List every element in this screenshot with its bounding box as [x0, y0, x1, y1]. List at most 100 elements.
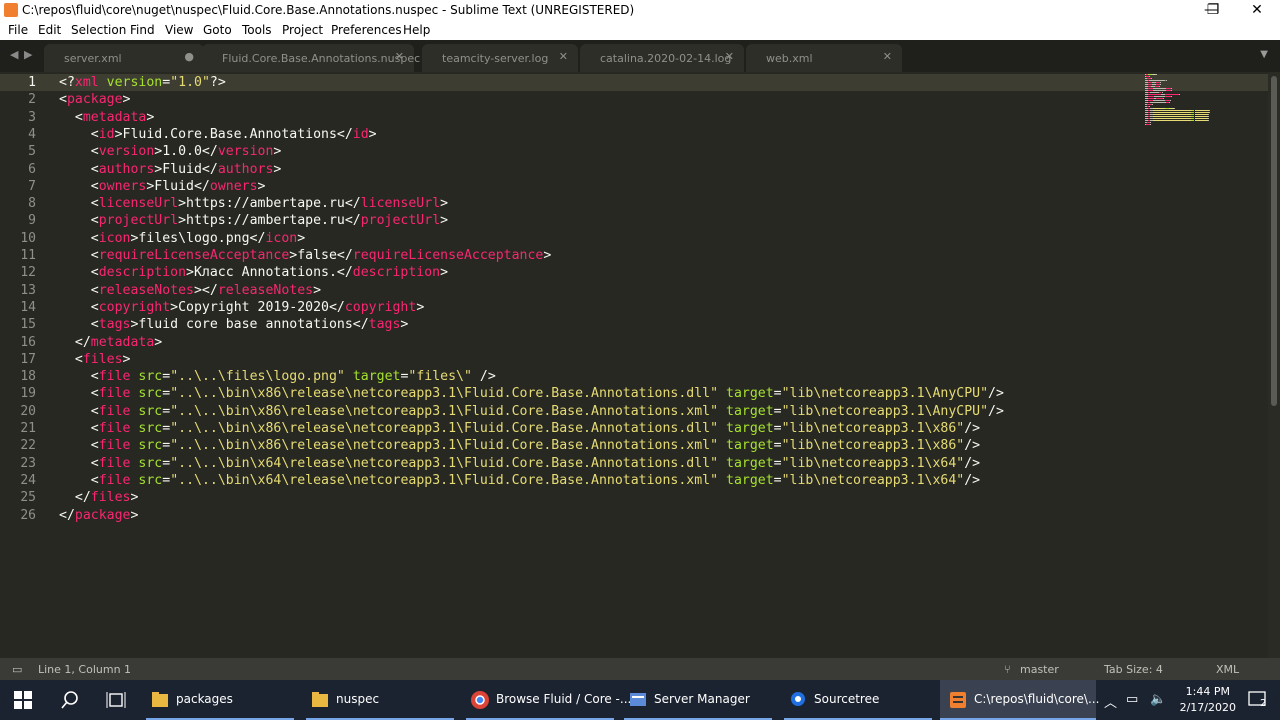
tab-close-icon[interactable]: ✕: [883, 50, 892, 63]
tab-close-icon[interactable]: ✕: [725, 50, 734, 63]
minimap[interactable]: [1145, 74, 1255, 126]
system-clock[interactable]: 1:44 PM 2/17/2020: [1180, 684, 1236, 716]
menu-edit[interactable]: Edit: [38, 23, 61, 37]
taskbar-item-server-manager[interactable]: Server Manager: [620, 680, 776, 720]
editor-area[interactable]: 1 2 3 4 5 6 7 8 9 10 11 12 13 14 15 16 17 18 19 20 21 22 23 24 2…: [0, 72, 1268, 658]
code-token: "lib\netcoreapp3.1\x86": [781, 438, 965, 454]
code-line[interactable]: <file src="..\..\bin\x86\release\netcore…: [59, 437, 980, 454]
menu-bar: File Edit Selection Find View Goto Tools…: [0, 20, 1280, 41]
minimap-segment: [1162, 98, 1164, 99]
code-line[interactable]: <files>: [59, 351, 131, 368]
menu-find[interactable]: Find: [130, 23, 155, 37]
menu-tools[interactable]: Tools: [242, 23, 272, 37]
taskbar-item-sourcetree[interactable]: Sourcetree: [780, 680, 936, 720]
code-line[interactable]: <authors>Fluid</authors>: [59, 161, 282, 178]
minimap-segment: [1147, 98, 1155, 99]
code-line[interactable]: <releaseNotes></releaseNotes>: [59, 282, 321, 299]
tab-catalina-log[interactable]: catalina.2020-02-14.log ✕: [580, 44, 744, 72]
minimap-segment: [1166, 80, 1167, 81]
minimap-segment: [1195, 112, 1210, 113]
code-line[interactable]: <id>Fluid.Core.Base.Annotations</id>: [59, 126, 377, 143]
code-line[interactable]: <package>: [59, 91, 130, 108]
line-number: 25: [20, 490, 36, 506]
code-line[interactable]: <file src="..\..\bin\x64\release\netcore…: [59, 472, 980, 489]
code-token: <: [59, 126, 99, 142]
tab-teamcity-log[interactable]: teamcity-server.log ✕: [422, 44, 578, 72]
code-line[interactable]: <icon>files\logo.png</icon>: [59, 230, 305, 247]
code-line[interactable]: <file src="..\..\files\logo.png" target=…: [59, 368, 496, 385]
minimap-segment: [1159, 82, 1161, 83]
git-branch[interactable]: master: [1020, 663, 1059, 676]
minimap-segment: [1209, 110, 1211, 111]
code-token: "..\..\bin\x86\release\netcoreapp3.1\Flu…: [170, 438, 719, 454]
code-token: "1.0": [170, 75, 210, 90]
search-button[interactable]: [46, 680, 92, 720]
close-window-button[interactable]: ✕: [1234, 0, 1280, 20]
volume-icon[interactable]: 🔈: [1150, 692, 1166, 707]
tab-close-icon[interactable]: ✕: [395, 50, 404, 63]
minimap-segment: [1195, 110, 1210, 111]
menu-help[interactable]: Help: [403, 23, 430, 37]
code-line[interactable]: <file src="..\..\bin\x86\release\netcore…: [59, 385, 1004, 402]
minimap-segment: [1152, 112, 1191, 113]
tab-dirty-icon[interactable]: ●: [184, 50, 194, 63]
code-line[interactable]: <description>Класс Annotations.</descrip…: [59, 264, 448, 281]
task-view-button[interactable]: [92, 680, 138, 720]
minimap-segment: [1173, 108, 1176, 109]
tab-nav-left-icon[interactable]: ◀: [10, 48, 18, 61]
panel-toggle-icon[interactable]: ▭: [12, 663, 22, 676]
taskbar-item-packages[interactable]: packages: [142, 680, 298, 720]
start-button[interactable]: [0, 680, 46, 720]
vertical-scrollbar[interactable]: [1268, 72, 1280, 658]
code-line[interactable]: <licenseUrl>https://ambertape.ru</licens…: [59, 195, 448, 212]
code-line[interactable]: <owners>Fluid</owners>: [59, 178, 266, 195]
code-line[interactable]: </package>: [59, 507, 138, 524]
code-line[interactable]: <tags>fluid core base annotations</tags>: [59, 316, 409, 333]
code-line[interactable]: <requireLicenseAcceptance>false</require…: [59, 247, 552, 264]
menu-preferences[interactable]: Preferences: [331, 23, 402, 37]
code-line[interactable]: <projectUrl>https://ambertape.ru</projec…: [59, 212, 448, 229]
network-icon[interactable]: ▭: [1126, 692, 1138, 707]
menu-goto[interactable]: Goto: [203, 23, 232, 37]
taskbar-item-sublime[interactable]: C:\repos\fluid\core\...: [940, 680, 1099, 720]
action-center-button[interactable]: 2: [1238, 680, 1280, 720]
menu-view[interactable]: View: [165, 23, 193, 37]
tab-close-icon[interactable]: ✕: [559, 50, 568, 63]
code-line[interactable]: <?xml version="1.0"?>: [59, 74, 226, 91]
code-token: >: [368, 126, 377, 142]
code-token: requireLicenseAcceptance: [352, 248, 544, 263]
tab-size[interactable]: Tab Size: 4: [1104, 663, 1163, 676]
taskbar-item-chrome[interactable]: Browse Fluid / Core -...: [462, 680, 631, 720]
code-token: />: [964, 455, 981, 471]
code-line[interactable]: <file src="..\..\bin\x64\release\netcore…: [59, 455, 980, 472]
code-line[interactable]: <version>1.0.0</version>: [59, 143, 282, 160]
code-line[interactable]: <metadata>: [59, 109, 154, 126]
line-number: 9: [28, 213, 36, 229]
tab-nuspec[interactable]: Fluid.Core.Base.Annotations.nuspec ✕: [202, 44, 420, 72]
menu-selection[interactable]: Selection: [71, 23, 126, 37]
code-token: <: [59, 92, 67, 108]
tab-server-xml[interactable]: server.xml ●: [44, 44, 204, 72]
code-line[interactable]: </metadata>: [59, 334, 162, 351]
server-manager-icon: [630, 693, 646, 706]
taskbar-item-label: Browse Fluid / Core -...: [496, 692, 632, 706]
menu-project[interactable]: Project: [282, 23, 323, 37]
taskbar-item-nuspec[interactable]: nuspec: [302, 680, 458, 720]
code-token: >https://ambertape.ru</: [178, 213, 361, 229]
code-token: <: [59, 230, 99, 246]
scrollbar-thumb[interactable]: [1271, 76, 1277, 406]
code-line[interactable]: </files>: [59, 489, 139, 506]
restore-button[interactable]: ❐: [1190, 0, 1236, 20]
code-line[interactable]: <file src="..\..\bin\x86\release\netcore…: [59, 420, 980, 437]
code-token: icon: [98, 230, 131, 246]
code-token: =: [162, 438, 171, 454]
menu-file[interactable]: File: [8, 23, 28, 37]
code-line[interactable]: <file src="..\..\bin\x86\release\netcore…: [59, 403, 1004, 420]
tab-nav-right-icon[interactable]: ▶: [24, 48, 32, 61]
show-hidden-icons-icon[interactable]: ︿: [1104, 692, 1117, 711]
tab-web-xml[interactable]: web.xml ✕: [746, 44, 902, 72]
code-line[interactable]: <copyright>Copyright 2019-2020</copyrigh…: [59, 299, 425, 316]
tab-list-dropdown-icon[interactable]: ▼: [1260, 49, 1268, 60]
syntax-mode[interactable]: XML: [1216, 663, 1239, 676]
